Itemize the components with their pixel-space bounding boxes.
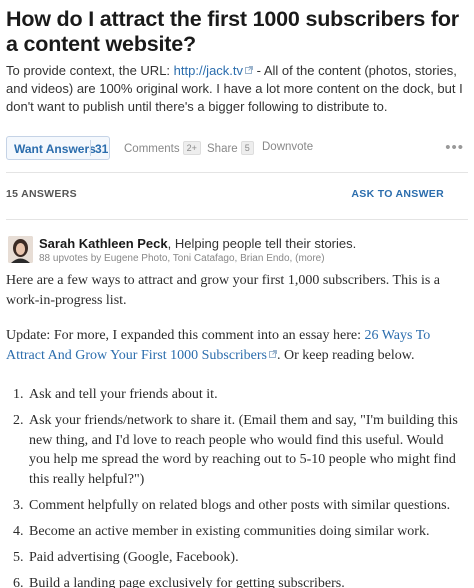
list-item-text: Build a landing page exclusively for get…	[29, 575, 345, 588]
list-item-text: Become an active member in existing comm…	[29, 523, 430, 539]
list-item-text: Ask and tell your friends about it.	[29, 387, 218, 402]
upvote-summary[interactable]: 88 upvotes by Eugene Photo, Toni Catafag…	[39, 253, 325, 264]
want-answers-count: 31	[95, 142, 109, 156]
divider	[6, 219, 468, 220]
answer-intro: Here are a few ways to attract and grow …	[6, 273, 440, 308]
list-item: 2. Ask your friends/network to share it. …	[13, 411, 463, 489]
list-item-number: 1.	[13, 387, 24, 402]
comments-count-badge: 2+	[182, 141, 201, 155]
list-item-number: 2.	[13, 413, 24, 428]
question-details: To provide context, the URL: http://jack…	[6, 62, 468, 116]
list-item-number: 6.	[13, 575, 24, 588]
share-button[interactable]: Share 5	[207, 141, 254, 155]
update-prefix: Update: For more, I expanded this commen…	[6, 328, 365, 343]
list-item-number: 4.	[13, 523, 24, 539]
question-action-bar: Want Answers 31 Comments 2+ Share 5 Downvo…	[6, 134, 468, 162]
answer-list: 1. Ask and tell your friends about it. 2.…	[13, 385, 463, 588]
want-answers-button[interactable]: Want Answers 31	[6, 136, 110, 160]
list-item: 1. Ask and tell your friends about it.	[13, 385, 463, 405]
want-answers-divider	[90, 140, 91, 156]
list-item-text: Comment helpfully on related blogs and o…	[29, 497, 451, 513]
external-link-icon	[245, 66, 254, 74]
answer-update: Update: For more, I expanded this commen…	[6, 326, 468, 366]
share-count-badge: 5	[240, 141, 254, 155]
author-avatar[interactable]	[8, 236, 33, 263]
details-prefix: To provide context, the URL:	[6, 63, 174, 78]
author-name-link[interactable]: Sarah Kathleen Peck	[39, 236, 168, 251]
external-link-icon	[268, 350, 277, 358]
list-item: 4. Become an active member in existing co…	[13, 522, 463, 542]
question-title[interactable]: How do I attract the first 1000 subscrib…	[6, 7, 466, 57]
author-line: Sarah Kathleen Peck, Helping people tell…	[39, 236, 356, 251]
avatar-image	[8, 236, 33, 263]
list-item: 5. Paid advertising (Google, Facebook).	[13, 548, 463, 568]
author-bio: , Helping people tell their stories.	[167, 236, 357, 251]
question-url-link[interactable]: http://jack.tv	[174, 63, 243, 78]
list-item: 6. Build a landing page exclusively for g…	[13, 574, 463, 588]
answers-count: 15 ANSWERS	[6, 188, 77, 200]
more-options-icon[interactable]: •••	[445, 139, 464, 156]
update-suffix: . Or keep reading below.	[276, 348, 415, 363]
ask-to-answer-link[interactable]: ASK TO ANSWER	[351, 188, 444, 200]
share-label: Share	[207, 143, 238, 155]
comments-button[interactable]: Comments 2+	[124, 141, 201, 155]
downvote-button[interactable]: Downvote	[262, 141, 313, 153]
list-item-number: 5.	[13, 549, 24, 565]
list-item: 3. Comment helpfully on related blogs and…	[13, 496, 463, 516]
want-answers-label: Want Answers	[14, 142, 96, 156]
divider	[6, 172, 468, 173]
comments-label: Comments	[124, 143, 180, 155]
list-item-number: 3.	[13, 497, 24, 513]
list-item-text: Paid advertising (Google, Facebook).	[29, 549, 239, 565]
list-item-text: Ask your friends/network to share it. (E…	[29, 413, 458, 487]
